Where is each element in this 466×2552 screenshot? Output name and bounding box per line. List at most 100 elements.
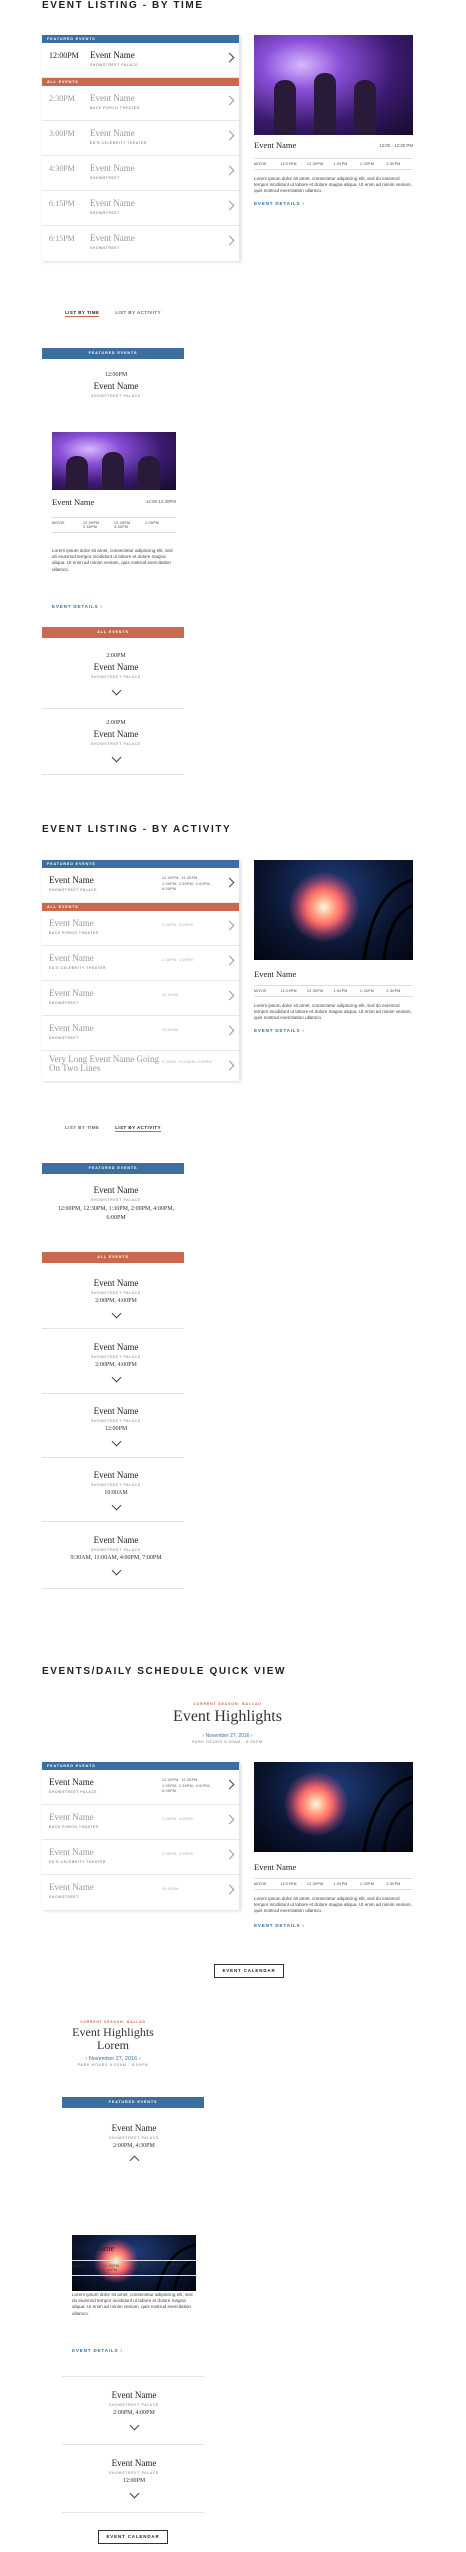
chevron-left-icon[interactable]: ‹ [202,1733,204,1739]
tab-list-by-time[interactable]: LIST BY TIME [65,310,100,317]
chevron-right-icon[interactable] [224,200,235,211]
mobile-event-details-link[interactable]: EVENT DETAILS › [72,2348,123,2353]
chevron-right-icon[interactable] [224,1779,235,1790]
event-description: Lorem ipsum dolor sit amet, consectetur … [254,1003,412,1021]
mobile-event-details-link[interactable]: EVENT DETAILS › [52,604,103,609]
tab-list-by-time[interactable]: LIST BY TIME [65,1125,99,1130]
event-list-by-activity: FEATURED EVENTS Event Name SHOWSTREET PA… [42,860,240,1081]
event-detail-panel: Event Name 12:00 - 12:30 PM MOVIE 12:00PM… [254,35,413,206]
event-details-link[interactable]: EVENT DETAILS › [254,201,413,206]
chevron-right-icon[interactable] [224,1814,235,1825]
event-details-link[interactable]: EVENT DETAILS › [254,1923,413,1928]
mobile-featured-event[interactable]: Event Name SHOWSTREET PALACE 2:00PM, 4:3… [72,2123,196,2169]
event-row[interactable]: 6:15PM Event Name SHOWSTREET [42,226,239,261]
chevron-left-icon[interactable]: ‹ [85,2056,87,2062]
tab-list-by-activity[interactable]: LIST BY ACTIVITY [115,310,161,315]
mobile-event-item[interactable]: Event Name SHOWSTREET PALACE 9:30AM, 11:… [54,1535,178,1579]
mobile-event-calendar-button[interactable]: EVENT CALENDAR [98,2530,168,2544]
mobile-featured-event[interactable]: Event Name SHOWSTREET PALACE 12:00PM, 12… [54,1185,178,1223]
featured-events-header: FEATURED EVENTS [42,35,239,43]
chevron-right-icon[interactable] [224,95,235,106]
event-details-link[interactable]: EVENT DETAILS › [254,1028,413,1033]
event-row[interactable]: 3:00PM Event Name ED'S CELEBRITY THEATER [42,121,239,156]
event-name: Event Name [90,93,135,103]
chevron-down-icon[interactable] [111,752,121,763]
mobile-featured-event[interactable]: 12:00PM Event Name SHOWSTREET PALACE [54,372,178,398]
mobile-showtimes: MOVIE 12:30PM 12:30PM 1:00PM 2:30PM 4:30PM [52,517,176,533]
mobile-event-item[interactable]: Event Name SHOWSTREET PALACE 2:00PM, 4:0… [72,2390,196,2434]
mobile-date-selector[interactable]: ‹ November 27, 2016 › [42,2056,184,2062]
event-name: Event Name [90,163,135,173]
event-venue: SHOWSTREET PALACE [90,63,139,67]
mobile-event-item[interactable]: Event Name SHOWSTREET PALACE 2:00PM, 4:0… [54,1278,178,1322]
chevron-right-icon[interactable] [224,955,235,966]
chevron-right-icon[interactable] [224,52,235,63]
section-title-by-time: EVENT LISTING - BY TIME [42,0,204,11]
event-calendar-button[interactable]: EVENT CALENDAR [214,1964,284,1978]
event-row[interactable]: 4:30PM Event Name SHOWSTREET [42,156,239,191]
event-row[interactable]: Very Long Event Name Going On Two Lines … [42,1051,239,1081]
chevron-down-icon[interactable] [111,685,121,696]
event-list-by-time: FEATURED EVENTS 12:00PM Event Name SHOWS… [42,35,240,261]
quick-event-list: FEATURED EVENTS Event Name SHOWSTREET PA… [42,1762,240,1910]
date-selector[interactable]: ‹ November 27, 2016 › [42,1733,413,1739]
chevron-right-icon[interactable] [224,1884,235,1895]
event-row[interactable]: Event Name ED'S CELEBRITY THEATER 2:00PM… [42,1840,239,1875]
event-row[interactable]: Event Name BACK PORCH THEATER 2:00PM, 4:… [42,1805,239,1840]
event-photo-fireworks [254,1762,413,1852]
chevron-down-icon[interactable] [129,2488,139,2499]
chevron-right-icon[interactable] [224,920,235,931]
featured-events-header: FEATURED EVENTS [42,1762,239,1770]
event-row[interactable]: 2:30PM Event Name BACK PORCH THEATER [42,86,239,121]
chevron-up-icon[interactable] [129,2155,139,2166]
event-row[interactable]: Event Name ED'S CELEBRITY THEATER 2:00PM… [42,946,239,981]
mobile-event-item[interactable]: Event Name SHOWSTREET PALACE 10:00AM [54,1470,178,1514]
chevron-down-icon[interactable] [111,1372,121,1383]
event-row[interactable]: Event Name SHOWSTREET PALACE 12:00PM, 12… [42,868,239,903]
mobile-event-item[interactable]: 2:00PM Event Name SHOWSTREET PALACE [54,653,178,699]
mobile-all-events-header: ALL EVENTS [42,1252,184,1263]
chevron-down-icon[interactable] [111,1308,121,1319]
event-row[interactable]: Event Name SHOWSTREET 10:00AM [42,981,239,1016]
mobile-event-item[interactable]: Event Name SHOWSTREET PALACE 2:00PM, 4:0… [54,1342,178,1386]
mobile-event-item[interactable]: 2:00PM Event Name SHOWSTREET PALACE [54,720,178,766]
event-row[interactable]: Event Name SHOWSTREET 10:00AM [42,1016,239,1051]
mobile-featured-header: FEATURED EVENTS [62,2097,204,2108]
mobile-event-item[interactable]: Event Name SHOWSTREET PALACE 12:00PM [72,2458,196,2502]
showtimes-row: MOVIE 12:00PM 12:30PM 1:00PM 1:30PM 2:30PM [254,985,413,997]
chevron-right-icon[interactable] [224,1025,235,1036]
section-title-by-activity: EVENT LISTING - BY ACTIVITY [42,824,232,835]
chevron-right-icon[interactable] [224,1060,235,1071]
chevron-right-icon[interactable] [224,130,235,141]
event-time: 4:30PM [49,164,75,173]
section-title-quick-view: EVENTS/DAILY SCHEDULE QUICK VIEW [42,1666,287,1677]
chevron-right-icon[interactable] [224,235,235,246]
chevron-down-icon[interactable] [111,1500,121,1511]
event-detail-panel: Event Name MOVIE 12:00PM 12:30PM 1:00PM 1:30… [254,1762,413,1928]
highlights-header: CURRENT SEASON: BALLAD Event Highlights … [42,1702,413,1744]
mobile-showtimes: MOVIE 12:00PM 12:30PM 1:00PM 2:30PM 4:00PM [72,2260,196,2276]
event-row[interactable]: Event Name SHOWSTREET PALACE 12:00PM, 12… [42,1770,239,1805]
event-row[interactable]: Event Name SHOWSTREET 10:00AM [42,1875,239,1910]
chevron-right-icon[interactable] [224,165,235,176]
chevron-right-icon[interactable]: › [139,2056,141,2062]
event-row[interactable]: 12:00PM Event Name SHOWSTREET PALACE [42,43,239,78]
chevron-right-icon[interactable] [224,990,235,1001]
detail-event-name: Event Name [254,140,297,150]
featured-events-header: FEATURED EVENTS [42,860,239,868]
event-row[interactable]: 6:15PM Event Name SHOWSTREET [42,191,239,226]
chevron-down-icon[interactable] [111,1436,121,1447]
mobile-event-item[interactable]: Event Name SHOWSTREET PALACE 12:00PM [54,1406,178,1450]
event-name: Event Name [90,128,135,138]
all-events-header: ALL EVENTS [42,903,239,911]
tab-list-by-activity[interactable]: LIST BY ACTIVITY [115,1125,162,1132]
event-time: 2:30PM [49,94,75,103]
chevron-down-icon[interactable] [129,2420,139,2431]
chevron-right-icon[interactable] [224,1849,235,1860]
chevron-down-icon[interactable] [111,1565,121,1576]
chevron-right-icon[interactable] [224,877,235,888]
event-row[interactable]: Event Name BACK PORCH THEATER 2:00PM, 4:… [42,911,239,946]
chevron-right-icon[interactable]: › [251,1733,253,1739]
mobile-detail-time: 12:00-12:30PM [145,499,176,504]
mobile-highlights-header: CURRENT SEASON: BALLAD Event Highlights … [42,2020,184,2067]
